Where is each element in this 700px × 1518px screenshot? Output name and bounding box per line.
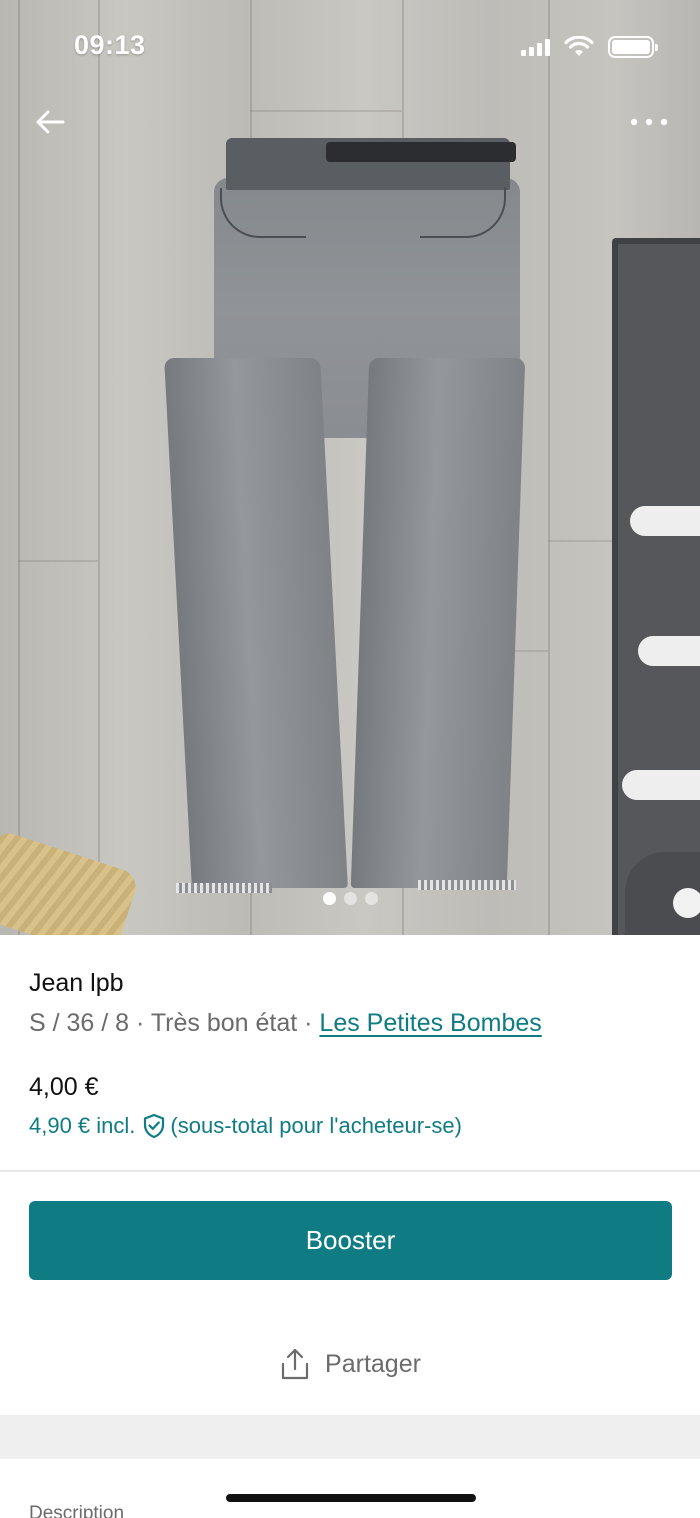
rug-stripe [638,636,700,666]
buyer-price: 4,90 € incl. [29,1113,136,1138]
floor-plank-line [548,0,550,935]
rug-stripe [630,506,700,536]
status-icons [521,36,658,58]
sweater [0,829,141,935]
divider [0,1170,700,1172]
gallery-dot-2[interactable] [343,892,357,905]
share-icon [281,1348,309,1380]
back-arrow-icon [36,110,65,134]
item-condition: Très bon état [150,1009,298,1037]
gallery-dot-3[interactable] [364,892,378,905]
more-dots-icon [630,118,668,126]
buyer-price-row[interactable]: 4,90 € incl. (sous-total pour l'acheteur… [29,1113,462,1139]
item-size: S / 36 / 8 [29,1009,130,1037]
item-meta: S / 36 / 8 · Très bon état · Les Petites… [29,1009,542,1038]
gallery-dot-1[interactable] [322,892,336,905]
share-label: Partager [325,1349,421,1378]
share-button[interactable]: Partager [0,1333,700,1395]
status-time: 09:13 [74,30,146,60]
floor-plank-joint [250,110,402,112]
meta-separator: · [129,1009,151,1037]
jeans-leg-right [350,358,526,888]
item-title: Jean lpb [29,969,124,997]
meta-separator: · [297,1009,320,1037]
floor-plank-line [98,0,100,935]
shield-check-icon [144,1113,165,1139]
status-bar: 09:13 [0,0,700,96]
jeans-waistband [226,138,516,190]
floor-plank-line [18,0,20,935]
back-button[interactable] [28,100,72,144]
rug-stripe [622,770,700,800]
description-label: Description [29,1503,125,1518]
signal-icon [521,38,550,56]
jeans-waist-inner [326,142,516,162]
floor-plank-joint [18,560,98,562]
battery-icon [608,36,658,58]
booster-button[interactable]: Booster [29,1201,672,1280]
jeans-leg-left [164,358,348,888]
item-detail-screen: 09:13 Jean lpb S / 36 / 8 · Très bon éta… [0,0,700,1518]
gallery-pagination [0,892,700,905]
floor-plank-joint [548,540,618,542]
brand-link[interactable]: Les Petites Bombes [319,1009,541,1037]
wifi-icon [564,36,594,56]
item-photo[interactable] [0,0,700,935]
jeans-hem-right [418,880,516,890]
rug [612,238,700,935]
section-separator [0,1415,700,1459]
home-indicator[interactable] [226,1494,476,1502]
jeans-image [164,138,530,898]
more-options-button[interactable] [624,100,674,144]
buyer-price-note: (sous-total pour l'acheteur-se) [170,1113,462,1138]
item-price: 4,00 € [29,1073,99,1101]
